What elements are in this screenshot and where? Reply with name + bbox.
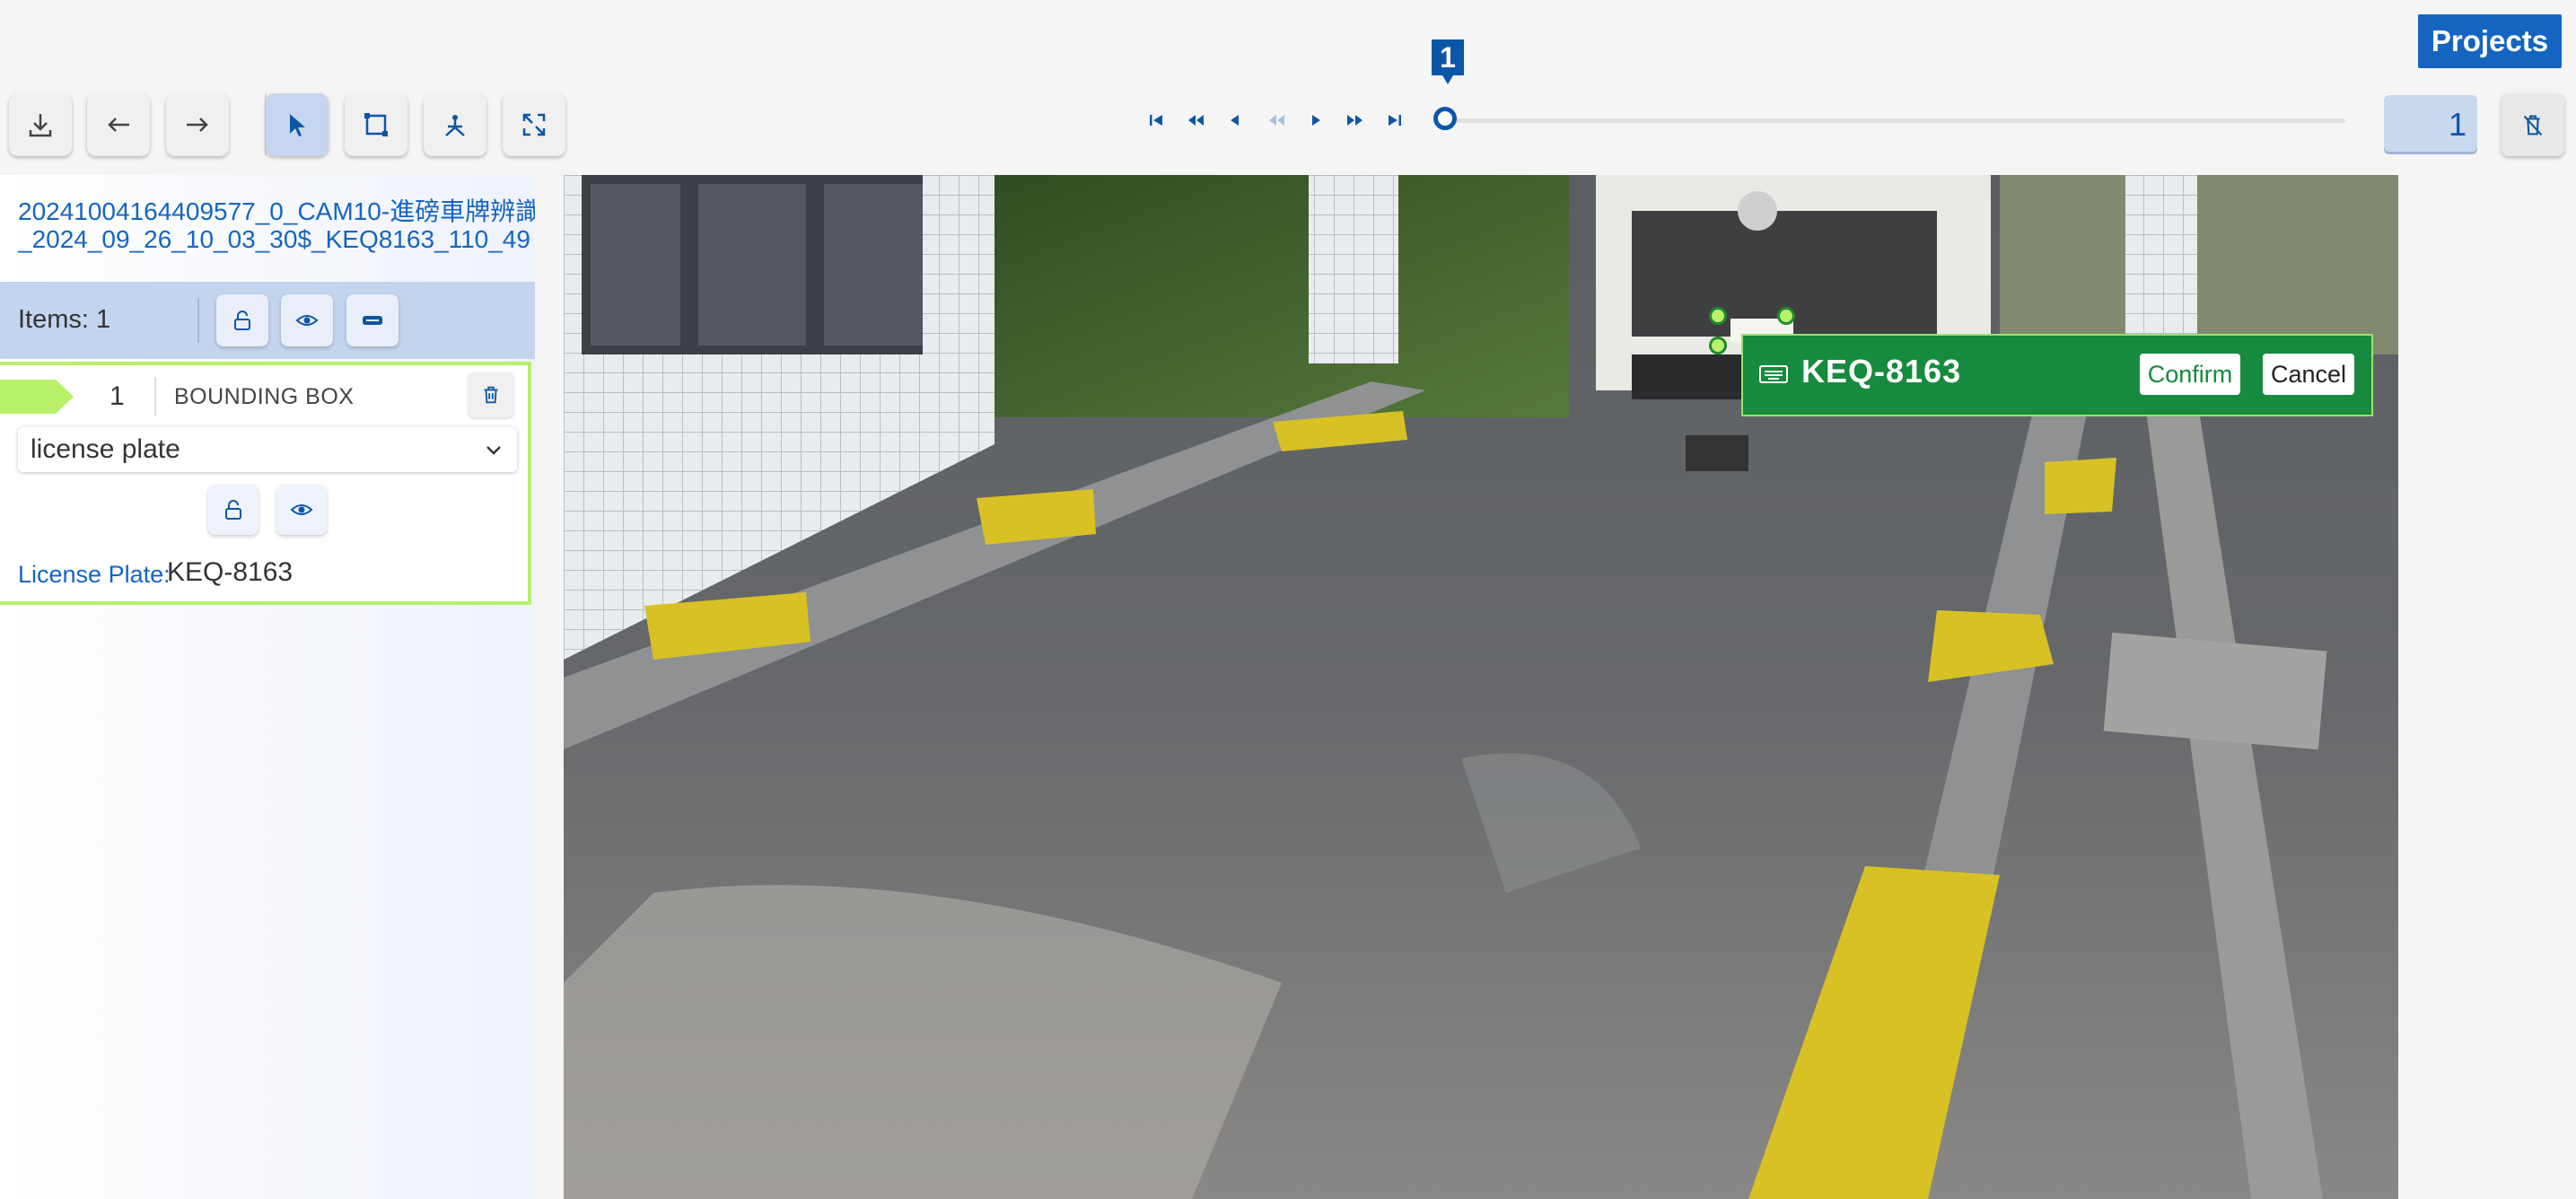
object-color-tag: [0, 380, 74, 414]
download-icon: [29, 114, 52, 137]
previous-frame-button[interactable]: [1222, 108, 1248, 133]
timeline-track[interactable]: [1448, 118, 2345, 123]
top-toolbar: 1 Projects 1: [0, 0, 2576, 175]
bounding-box-tool-button[interactable]: [345, 93, 407, 156]
label-select[interactable]: license plate: [18, 427, 517, 472]
parking-lot-scene-image: [564, 175, 2398, 1199]
timeline-thumb[interactable]: [1433, 107, 1457, 130]
filename-link[interactable]: 20241004164409577_0_CAM10-進磅車牌辨識 _2024_0…: [18, 197, 535, 253]
object-type: BOUNDING BOX: [174, 384, 355, 409]
license-plate-attribute-label: License Plate:: [18, 561, 171, 588]
object-divider: [154, 377, 156, 416]
eye-icon: [295, 315, 319, 326]
hide-object-button[interactable]: [276, 485, 327, 535]
delete-object-button[interactable]: [469, 372, 513, 417]
object-number: 1: [110, 381, 125, 411]
items-divider: [197, 298, 199, 343]
next-chapter-icon: [1347, 115, 1362, 126]
last-frame-button[interactable]: [1382, 108, 1407, 133]
lock-all-button[interactable]: [216, 294, 268, 346]
next-chapter-button[interactable]: [1343, 108, 1368, 133]
keyboard-icon: [1759, 365, 1788, 383]
frame-marker-label: 1: [1440, 41, 1456, 74]
play-backward-icon: [1269, 115, 1284, 126]
collapse-all-button[interactable]: [346, 294, 399, 346]
annotation-canvas[interactable]: [564, 175, 2398, 1199]
bbox-handle-top-left[interactable]: [1709, 307, 1727, 325]
unlock-icon: [225, 500, 241, 520]
play-backward-button[interactable]: [1264, 108, 1289, 133]
filename-line-2: _2024_09_26_10_03_30$_KEQ8163_110_49: [18, 225, 530, 253]
lock-object-button[interactable]: [208, 485, 258, 535]
confirm-button[interactable]: Confirm: [2140, 354, 2240, 395]
first-frame-icon: [1150, 115, 1162, 126]
items-count: Items: 1: [18, 305, 111, 334]
select-cursor-icon: [290, 114, 305, 136]
bbox-handle-bottom-left[interactable]: [1709, 337, 1727, 354]
collapse-icon: [363, 316, 382, 325]
play-icon: [1312, 115, 1320, 126]
label-select-value: license plate: [31, 434, 180, 464]
bounding-box-icon: [364, 113, 388, 136]
redo-icon: [187, 118, 208, 132]
play-button[interactable]: [1303, 108, 1328, 133]
group-icon: [445, 115, 465, 136]
trash-icon: [484, 386, 498, 404]
undo-button[interactable]: [87, 93, 150, 156]
select-tool-button[interactable]: [266, 93, 329, 156]
cancel-button[interactable]: Cancel: [2263, 354, 2354, 395]
bbox-handle-top-right[interactable]: [1777, 307, 1795, 325]
previous-frame-icon: [1231, 115, 1239, 126]
filename-line-1: 20241004164409577_0_CAM10-進磅車牌辨識: [18, 197, 535, 225]
first-frame-button[interactable]: [1143, 108, 1169, 133]
projects-button[interactable]: Projects: [2418, 14, 2562, 68]
ocr-text-input[interactable]: KEQ-8163: [1801, 353, 1961, 390]
unlock-icon: [234, 311, 250, 330]
eye-icon: [290, 504, 313, 515]
fit-screen-button[interactable]: [503, 93, 565, 156]
trash-crossed-icon: [2523, 115, 2543, 136]
delete-frame-button[interactable]: [2502, 93, 2564, 156]
previous-chapter-icon: [1188, 115, 1204, 126]
download-button[interactable]: [9, 93, 72, 156]
redo-button[interactable]: [166, 93, 229, 156]
show-all-button[interactable]: [281, 294, 333, 346]
previous-chapter-button[interactable]: [1183, 108, 1208, 133]
undo-icon: [108, 118, 129, 132]
chevron-down-icon: [486, 446, 501, 455]
last-frame-icon: [1389, 115, 1401, 126]
group-tool-button[interactable]: [424, 93, 486, 156]
fit-screen-icon: [522, 113, 546, 136]
license-plate-attribute-value[interactable]: KEQ-8163: [167, 557, 293, 588]
frame-number-input[interactable]: 1: [2384, 95, 2477, 154]
